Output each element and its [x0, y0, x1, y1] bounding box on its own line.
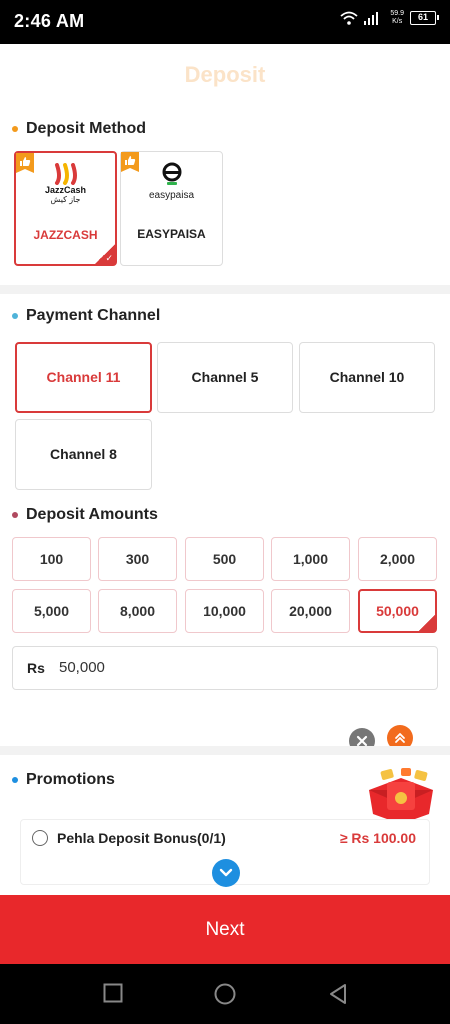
- net-speed: 59.9 K/s: [390, 10, 404, 26]
- checkmark-icon: ✓: [419, 606, 435, 631]
- deposit-method-title: Deposit Method: [26, 120, 146, 137]
- section-dot: [12, 126, 18, 132]
- system-nav-bar: [0, 964, 450, 1024]
- amount-option-label: 50,000: [376, 603, 419, 619]
- amount-option[interactable]: 100: [12, 537, 91, 581]
- status-bar: 2:46 AM 59.9 K/s 61: [0, 0, 450, 44]
- wifi-icon: [340, 11, 358, 25]
- nav-square-icon[interactable]: [103, 983, 123, 1003]
- amount-input[interactable]: Rs 50,000: [12, 646, 438, 690]
- section-divider: [0, 746, 450, 755]
- amount-input-value: 50,000: [59, 659, 105, 676]
- chevron-down-icon[interactable]: [212, 859, 240, 887]
- net-speed-unit: K/s: [392, 18, 403, 25]
- section-dot: [12, 512, 18, 518]
- promotion-amount: ≥ Rs 100.00: [339, 830, 416, 846]
- checkmark-icon: ✓: [95, 244, 115, 264]
- amount-option[interactable]: 1,000: [271, 537, 350, 581]
- promotions-title: Promotions: [26, 771, 115, 788]
- nav-circle-icon[interactable]: [214, 983, 236, 1005]
- amount-option[interactable]: 10,000: [185, 589, 264, 633]
- deposit-amounts-title: Deposit Amounts: [26, 506, 158, 523]
- promotion-title: Pehla Deposit Bonus(0/1): [57, 830, 226, 846]
- amount-option[interactable]: 500: [185, 537, 264, 581]
- amount-option[interactable]: 8,000: [98, 589, 177, 633]
- method-jazzcash[interactable]: JazzCash جاز کیش JAZZCASH ✓: [14, 151, 117, 266]
- status-icons: 59.9 K/s 61: [340, 10, 439, 26]
- amount-option[interactable]: 2,000: [358, 537, 437, 581]
- page-title: Deposit: [184, 62, 266, 87]
- promotion-radio[interactable]: [32, 830, 48, 846]
- signal-icon: [364, 12, 379, 25]
- amount-option[interactable]: 5,000: [12, 589, 91, 633]
- payment-channel-heading: Payment Channel: [12, 307, 160, 325]
- promotion-item[interactable]: Pehla Deposit Bonus(0/1) ≥ Rs 100.00: [20, 819, 430, 887]
- nav-back-icon[interactable]: [328, 983, 348, 1005]
- amount-option[interactable]: 20,000: [271, 589, 350, 633]
- section-dot: [12, 777, 18, 783]
- method-label: JAZZCASH: [33, 228, 98, 242]
- section-dot: [12, 313, 18, 319]
- amount-option[interactable]: 300: [98, 537, 177, 581]
- thumbs-up-icon: [121, 152, 139, 172]
- method-label: EASYPAISA: [137, 227, 206, 241]
- deposit-method-heading: Deposit Method: [12, 120, 146, 138]
- channel-11-button[interactable]: Channel 11: [15, 342, 152, 413]
- method-easypaisa[interactable]: easypaisa EASYPAISA: [120, 151, 223, 266]
- next-button[interactable]: Next: [0, 895, 450, 964]
- channel-8-button[interactable]: Channel 8: [15, 419, 152, 490]
- jazzcash-logo-text: JazzCash: [44, 185, 87, 195]
- easypaisa-logo-text: easypaisa: [148, 190, 195, 201]
- net-speed-value: 59.9: [390, 10, 404, 17]
- currency-label: Rs: [27, 660, 45, 676]
- easypaisa-logo: [162, 162, 182, 185]
- deposit-amounts-heading: Deposit Amounts: [12, 506, 158, 524]
- battery-icon: 61: [410, 11, 439, 25]
- channel-5-button[interactable]: Channel 5: [157, 342, 293, 413]
- channel-10-button[interactable]: Channel 10: [299, 342, 435, 413]
- status-time: 2:46 AM: [14, 11, 85, 31]
- thumbs-up-icon: [16, 153, 34, 173]
- jazzcash-logo: [55, 163, 77, 185]
- section-divider: [0, 285, 450, 294]
- amount-option-selected[interactable]: 50,000 ✓: [358, 589, 437, 633]
- promotions-heading: Promotions: [12, 771, 115, 789]
- payment-channel-title: Payment Channel: [26, 307, 161, 324]
- jazzcash-logo-subtext: جاز کیش: [50, 195, 81, 204]
